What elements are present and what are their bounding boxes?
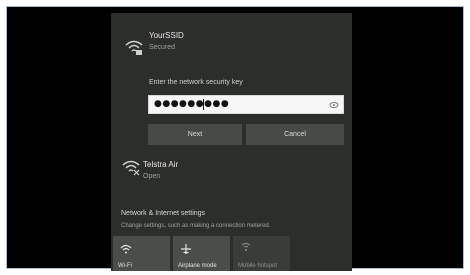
- tile-label: Mobile hotspot: [238, 263, 278, 269]
- hotspot-icon: [241, 243, 251, 251]
- network-settings-link[interactable]: Network & Internet settings: [121, 210, 205, 217]
- airplane-icon: [181, 244, 191, 254]
- network-item-telstra-air[interactable]: Telstra Air Open: [111, 153, 352, 193]
- network-status: Secured: [149, 44, 176, 51]
- network-status: Open: [143, 173, 161, 180]
- mobile-hotspot-tile[interactable]: Mobile hotspot: [233, 236, 290, 271]
- network-name: Telstra Air: [143, 160, 179, 169]
- next-button[interactable]: Next: [148, 124, 242, 145]
- wifi-secured-icon: [125, 40, 143, 55]
- wifi-toggle-tile[interactable]: Wi-Fi: [113, 236, 170, 271]
- security-key-input[interactable]: ●●●●●●●●●: [148, 95, 344, 114]
- wifi-icon: [120, 244, 132, 254]
- wifi-open-icon: [122, 160, 140, 176]
- tile-label: Wi-Fi: [118, 263, 132, 269]
- network-flyout: YourSSID Secured Enter the network secur…: [111, 13, 352, 271]
- network-settings-description: Change settings, such as making a connec…: [121, 223, 271, 229]
- password-dots: ●●●●●●●●●: [154, 99, 230, 109]
- cancel-button[interactable]: Cancel: [246, 124, 344, 145]
- airplane-mode-tile[interactable]: Airplane mode: [173, 236, 230, 271]
- tile-label: Airplane mode: [178, 263, 217, 269]
- security-key-label: Enter the network security key: [149, 79, 243, 86]
- network-name: YourSSID: [149, 31, 184, 40]
- reveal-password-icon[interactable]: [329, 99, 339, 110]
- network-item-yourssid[interactable]: YourSSID Secured: [111, 13, 352, 73]
- text-caret: [203, 99, 204, 110]
